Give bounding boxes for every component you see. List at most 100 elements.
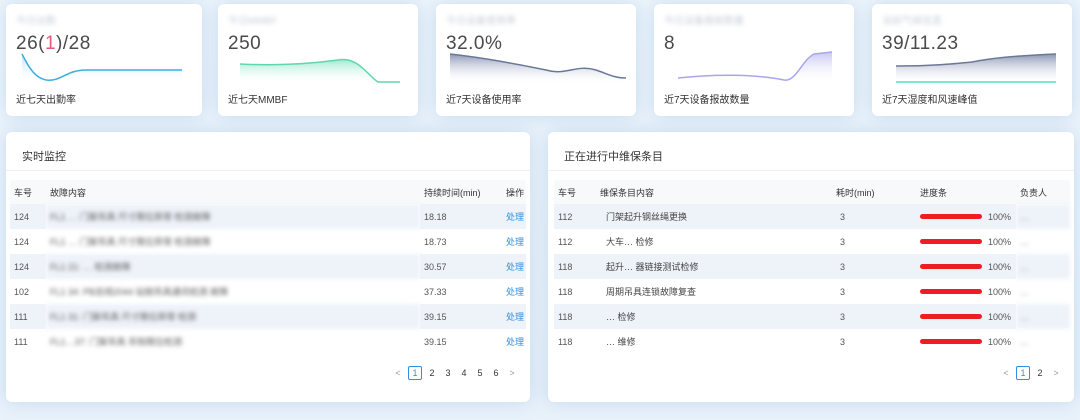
cell-owner: … bbox=[1016, 204, 1070, 229]
monitor-pagination: < 1 2 3 4 5 6 > bbox=[390, 366, 520, 380]
cell-car: 124 bbox=[10, 204, 46, 229]
climate-trend-chart bbox=[895, 53, 1057, 84]
progress-bar bbox=[920, 289, 982, 294]
handle-link[interactable]: 处理 bbox=[502, 279, 526, 304]
divider bbox=[6, 170, 530, 171]
progress-percent: 100% bbox=[988, 236, 1012, 247]
table-row: 112 大车… 检修 3 100%… bbox=[554, 229, 1070, 254]
page-2-button[interactable]: 2 bbox=[1034, 368, 1046, 378]
attendance-trend-chart bbox=[21, 53, 182, 84]
cell-content: 起升… 器链接测试检修 bbox=[596, 254, 832, 279]
col-time: 耗时(min) bbox=[832, 180, 916, 204]
handle-link[interactable]: 处理 bbox=[502, 204, 526, 229]
mmbf-trend-chart bbox=[239, 58, 400, 84]
cell-progress: 100% bbox=[916, 279, 1016, 304]
table-row: 118 起升… 器链接测试检修 3 100%… bbox=[554, 254, 1070, 279]
progress-bar bbox=[920, 314, 982, 319]
cell-time: 3 bbox=[840, 336, 846, 347]
handle-link[interactable]: 处理 bbox=[502, 329, 526, 354]
cell-owner: … bbox=[1016, 304, 1070, 329]
col-content: 故障内容 bbox=[46, 180, 420, 204]
kpi-card-climate: 当前气候信息 39/11.23 近7天湿度和风速峰值 bbox=[872, 4, 1072, 116]
cell-content: FL1 34: PB总线2044 站侧吊具通讯检测 故障 bbox=[50, 287, 229, 297]
next-page-button[interactable]: > bbox=[506, 368, 518, 378]
table-header-row: 车号 故障内容 持续时间(min) 操作 bbox=[10, 180, 526, 204]
panel-title: 实时监控 bbox=[22, 151, 66, 163]
cell-owner: … bbox=[1020, 236, 1029, 247]
cell-time: 3 bbox=[840, 236, 846, 247]
cell-car: 118 bbox=[558, 336, 573, 347]
col-car: 车号 bbox=[10, 180, 46, 204]
progress-percent: 100% bbox=[988, 261, 1012, 272]
cell-progress: 100% bbox=[916, 304, 1016, 329]
kpi-title: 今日设备报故数量 bbox=[664, 16, 744, 27]
cell-content: FL1…37: 门架吊具 吊钩限位检测 bbox=[50, 337, 183, 347]
col-action: 操作 bbox=[502, 180, 526, 204]
prev-page-button[interactable]: < bbox=[1000, 368, 1012, 378]
kpi-title: 今日出勤 bbox=[16, 16, 56, 27]
maintenance-panel: 正在进行中维保条目 车号 维保条目内容 耗时(min) 进度条 负责人 112 门… bbox=[548, 132, 1074, 402]
cell-content: 周期吊具连锁故障复查 bbox=[606, 287, 697, 297]
kpi-card-mmbf: 今日MMBF 250 近七天MMBF bbox=[218, 4, 418, 116]
cell-time: 3 bbox=[832, 204, 916, 229]
kpi-caption: 近7天湿度和风速峰值 bbox=[882, 95, 978, 106]
handle-link[interactable]: 处理 bbox=[502, 254, 526, 279]
kpi-caption: 近7天设备使用率 bbox=[446, 95, 522, 106]
col-content: 维保条目内容 bbox=[596, 180, 832, 204]
cell-content: FL1 … 门架吊具 尺寸限位异常 检测故障 bbox=[50, 237, 211, 247]
kpi-caption: 近七天MMBF bbox=[228, 95, 288, 106]
maintenance-pagination: < 1 2 > bbox=[998, 366, 1064, 380]
progress-bar bbox=[920, 339, 982, 344]
kpi-card-attendance: 今日出勤 26(1)/28 近七天出勤率 bbox=[6, 4, 202, 116]
table-row: 118… 检修 3 100%… bbox=[554, 304, 1070, 329]
cell-duration: 18.18 bbox=[420, 204, 502, 229]
table-row: 118 周期吊具连锁故障复查 3 100%… bbox=[554, 279, 1070, 304]
page-1-button[interactable]: 1 bbox=[408, 366, 422, 380]
cell-progress: 100% bbox=[916, 229, 1016, 254]
panel-title: 正在进行中维保条目 bbox=[564, 151, 663, 163]
table-row: 111 FL1 31: 门架吊具 尺寸限位异常 检测 39.15 处理 bbox=[10, 304, 526, 329]
progress-percent: 100% bbox=[988, 311, 1012, 322]
progress-percent: 100% bbox=[988, 336, 1012, 347]
cell-time: 3 bbox=[840, 286, 846, 297]
table-row: 112 门架起升钢丝绳更换 3 100%… bbox=[554, 204, 1070, 229]
cell-car: 124 bbox=[14, 236, 30, 247]
cell-time: 3 bbox=[832, 254, 916, 279]
kpi-card-faults: 今日设备报故数量 8 近7天设备报故数量 bbox=[654, 4, 854, 116]
page-4-button[interactable]: 4 bbox=[458, 368, 470, 378]
page-1-button[interactable]: 1 bbox=[1016, 366, 1030, 380]
cell-car: 118 bbox=[558, 286, 573, 297]
col-progress: 进度条 bbox=[916, 180, 1016, 204]
progress-bar bbox=[920, 239, 982, 244]
table-row: 124 FL1 … 门架吊具 尺寸限位异常 检测故障 18.18 处理 bbox=[10, 204, 526, 229]
cell-duration: 18.73 bbox=[424, 236, 447, 247]
divider bbox=[548, 170, 1074, 171]
col-owner: 负责人 bbox=[1016, 180, 1070, 204]
table-row: 118… 维修 3 100%… bbox=[554, 329, 1070, 354]
page-5-button[interactable]: 5 bbox=[474, 368, 486, 378]
cell-duration: 30.57 bbox=[420, 254, 502, 279]
cell-content: FL1 … 门架吊具 尺寸限位异常 检测故障 bbox=[46, 204, 420, 229]
table-row: 124 FL1 … 门架吊具 尺寸限位异常 检测故障 18.73 处理 bbox=[10, 229, 526, 254]
progress-bar bbox=[920, 214, 982, 219]
handle-link[interactable]: 处理 bbox=[502, 229, 526, 254]
next-page-button[interactable]: > bbox=[1050, 368, 1062, 378]
prev-page-button[interactable]: < bbox=[392, 368, 404, 378]
progress-percent: 100% bbox=[988, 211, 1012, 222]
cell-content: 大车… 检修 bbox=[606, 237, 654, 247]
monitor-table: 车号 故障内容 持续时间(min) 操作 124 FL1 … 门架吊具 尺寸限位… bbox=[10, 180, 526, 354]
table-row: 111 FL1…37: 门架吊具 吊钩限位检测 39.15 处理 bbox=[10, 329, 526, 354]
page-6-button[interactable]: 6 bbox=[490, 368, 502, 378]
kpi-title: 今日MMBF bbox=[228, 16, 278, 27]
cell-car: 111 bbox=[14, 336, 28, 347]
page-3-button[interactable]: 3 bbox=[442, 368, 454, 378]
table-header-row: 车号 维保条目内容 耗时(min) 进度条 负责人 bbox=[554, 180, 1070, 204]
cell-content: … 检修 bbox=[596, 304, 832, 329]
cell-car: 102 bbox=[14, 286, 30, 297]
usage-trend-chart bbox=[449, 53, 627, 84]
cell-duration: 39.15 bbox=[424, 336, 447, 347]
kpi-card-usage: 今日设备使用率 32.0% 近7天设备使用率 bbox=[436, 4, 636, 116]
handle-link[interactable]: 处理 bbox=[502, 304, 526, 329]
page-2-button[interactable]: 2 bbox=[426, 368, 438, 378]
realtime-monitor-panel: 实时监控 车号 故障内容 持续时间(min) 操作 124 FL1 … 门架吊具… bbox=[6, 132, 530, 402]
